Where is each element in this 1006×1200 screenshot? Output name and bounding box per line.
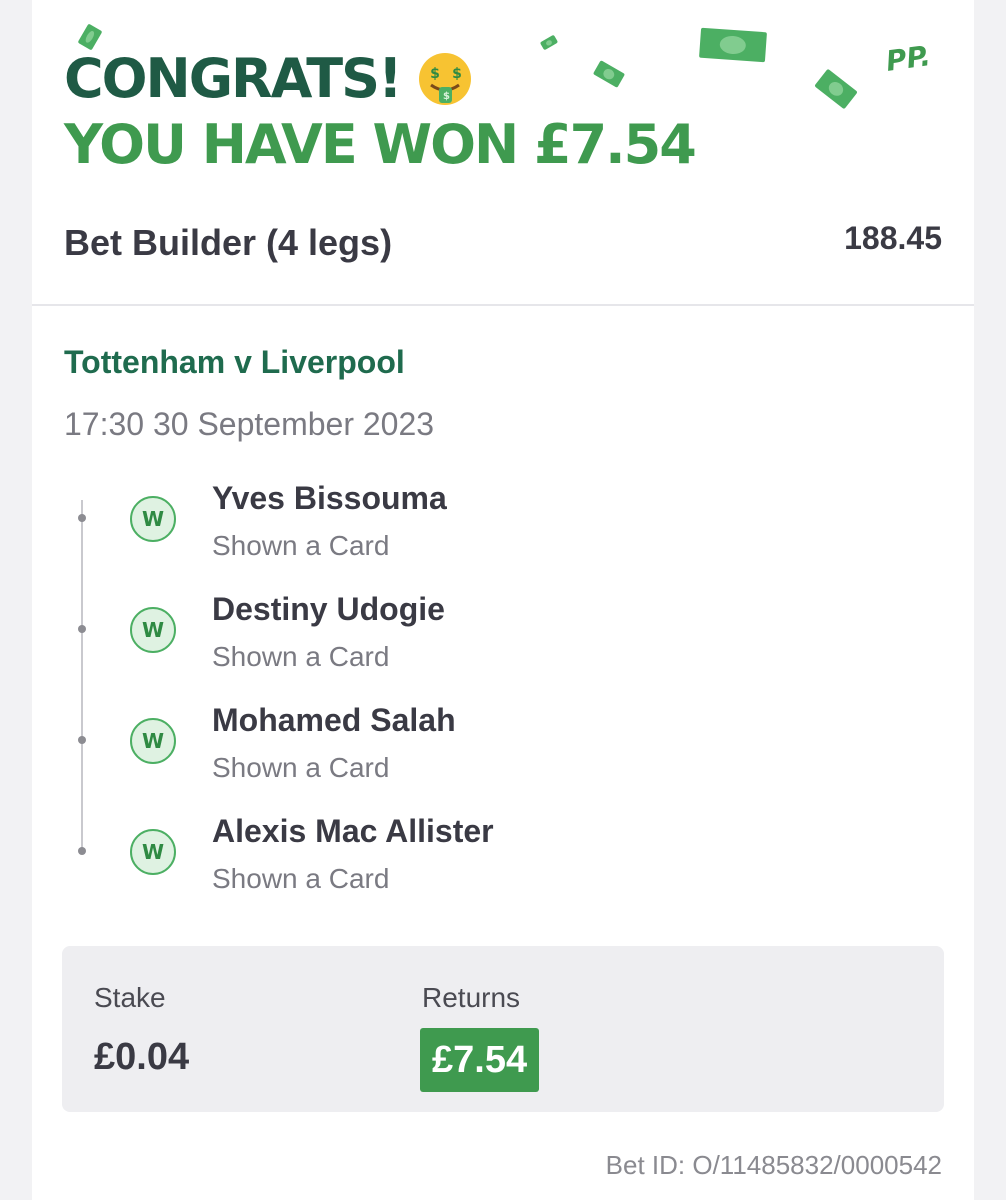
stake-label: Stake [94,982,166,1013]
win-badge-icon: W [130,829,176,875]
match-datetime: 17:30 30 September 2023 [64,406,435,442]
bet-id: Bet ID: O/11485832/0000542 [605,1150,942,1180]
win-badge-icon: W [130,718,176,764]
timeline-dot [78,736,86,744]
bet-leg: W Yves Bissouma Shown a Card [0,476,1006,576]
leg-player-name: Alexis Mac Allister [212,813,494,849]
returns-label: Returns [422,982,521,1013]
timeline-dot [78,514,86,522]
banknote-icon [699,27,767,63]
congrats-heading: CONGRATS! $ $ $ [64,44,473,114]
svg-text:$: $ [430,66,439,82]
bet-leg: W Alexis Mac Allister Shown a Card [0,809,1006,909]
bet-leg: W Destiny Udogie Shown a Card [0,587,1006,687]
bet-leg: W Mohamed Salah Shown a Card [0,698,1006,798]
leg-player-name: Mohamed Salah [212,702,456,738]
svg-text:$: $ [452,66,461,82]
brand-logo: PP. [883,39,933,78]
stake-value: £0.04 [94,1036,190,1078]
bet-odds: 188.45 [844,220,942,256]
money-mouth-face-icon: $ $ $ [417,51,473,107]
bet-summary-panel: Stake £0.04 Returns £7.54 [62,946,944,1112]
leg-market: Shown a Card [212,641,390,672]
leg-market: Shown a Card [212,530,390,561]
leg-player-name: Yves Bissouma [212,480,447,516]
congrats-text: CONGRATS! [64,47,403,110]
win-amount-heading: YOU HAVE WON £7.54 [64,113,697,176]
match-title: Tottenham v Liverpool [64,344,405,380]
section-divider [32,304,974,306]
leg-player-name: Destiny Udogie [212,591,445,627]
timeline-dot [78,847,86,855]
timeline-dot [78,625,86,633]
returns-value: £7.54 [420,1028,540,1092]
bet-type-title: Bet Builder (4 legs) [64,222,393,263]
win-badge-icon: W [130,607,176,653]
leg-market: Shown a Card [212,863,390,894]
win-badge-icon: W [130,496,176,542]
leg-market: Shown a Card [212,752,390,783]
